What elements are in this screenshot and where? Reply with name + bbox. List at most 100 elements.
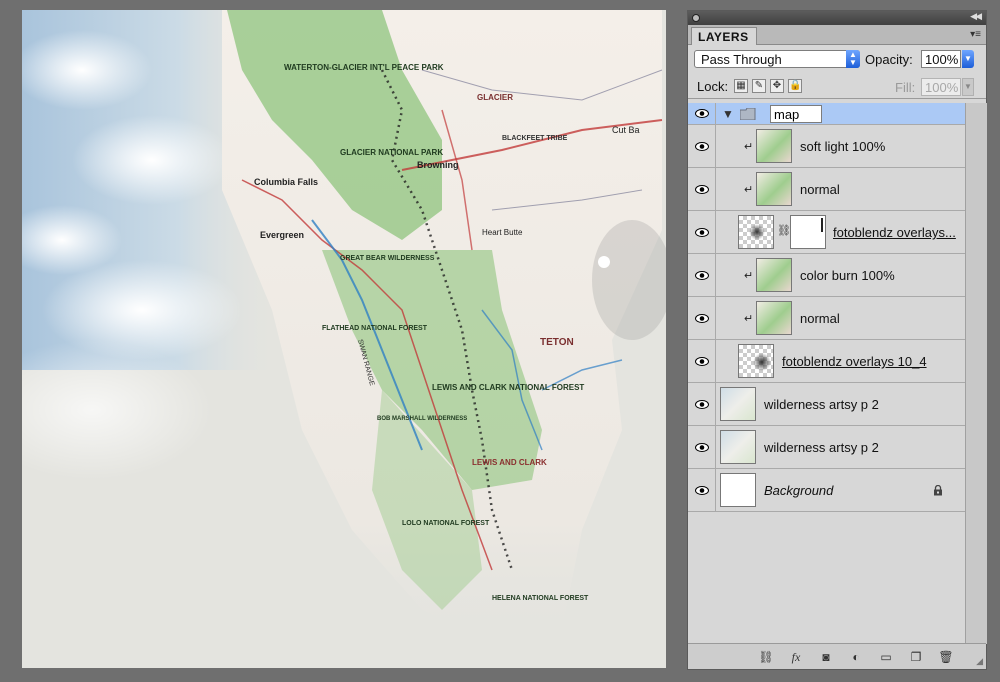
- map-label: BOB MARSHALL WILDERNESS: [377, 416, 467, 422]
- lock-image-icon[interactable]: ✎: [752, 79, 766, 93]
- lock-icon: [934, 485, 942, 496]
- collapse-icon[interactable]: ◀◀: [970, 11, 982, 22]
- layer-list: ▼ map ↵ soft light 100% ↵ normal ⛓ fotob…: [688, 103, 965, 644]
- map-label: FLATHEAD NATIONAL FOREST: [322, 325, 428, 332]
- clipping-arrow-icon: ↵: [744, 313, 754, 325]
- document-canvas[interactable]: WATERTON-GLACIER INT'L PEACE PARK GLACIE…: [22, 10, 666, 668]
- fill-input[interactable]: 100%: [921, 78, 961, 96]
- folder-icon: [740, 108, 756, 120]
- opacity-input[interactable]: 100%: [921, 50, 961, 68]
- layer-row[interactable]: ↵ color burn 100%: [688, 254, 965, 297]
- layer-thumbnail: [738, 344, 774, 378]
- layer-row[interactable]: ↵ normal: [688, 168, 965, 211]
- visibility-toggle[interactable]: [688, 340, 716, 382]
- layer-row-background[interactable]: Background: [688, 469, 965, 512]
- map-label: HELENA NATIONAL FOREST: [492, 595, 589, 602]
- visibility-toggle[interactable]: [688, 168, 716, 210]
- map-label: WATERTON-GLACIER INT'L PEACE PARK: [284, 63, 444, 72]
- layer-thumbnail: [720, 387, 756, 421]
- scrollbar[interactable]: [965, 103, 987, 644]
- visibility-toggle[interactable]: [688, 426, 716, 468]
- close-icon[interactable]: [692, 14, 700, 22]
- link-layers-icon[interactable]: ⛓: [758, 649, 774, 665]
- map-label: GLACIER NATIONAL PARK: [340, 148, 443, 157]
- layer-name: Background: [764, 483, 834, 498]
- layer-name: fotoblendz overlays...: [833, 225, 956, 240]
- new-layer-icon[interactable]: ❐: [908, 649, 924, 665]
- panel-titlebar: ◀◀: [688, 11, 986, 25]
- blend-row: Pass Through ▲ ▼ Opacity: 100% ▼: [688, 45, 986, 73]
- opacity-dropdown-icon[interactable]: ▼: [962, 50, 974, 68]
- map-label: Columbia Falls: [254, 177, 318, 187]
- eye-icon: [695, 443, 709, 452]
- panel-menu-icon[interactable]: ▾≡: [970, 29, 981, 40]
- map-label: Heart Butte: [482, 228, 523, 237]
- lock-row: Lock: ▦ ✎ ✥ 🔒 Fill: 100% ▼: [688, 73, 986, 99]
- layer-name: color burn 100%: [800, 268, 895, 283]
- lock-position-icon[interactable]: ✥: [770, 79, 784, 93]
- visibility-toggle[interactable]: [688, 125, 716, 167]
- layer-thumbnail: [738, 215, 774, 249]
- add-mask-icon[interactable]: ◙: [818, 649, 834, 665]
- eye-icon: [695, 185, 709, 194]
- eye-icon: [695, 400, 709, 409]
- layer-row-group[interactable]: ▼ map: [688, 103, 965, 125]
- eye-icon: [695, 314, 709, 323]
- visibility-toggle[interactable]: [688, 211, 716, 253]
- layer-row[interactable]: wilderness artsy p 2: [688, 383, 965, 426]
- layer-thumbnail: [756, 172, 792, 206]
- map-label: Cut Ba: [612, 125, 640, 135]
- eye-icon: [695, 486, 709, 495]
- clipping-arrow-icon: ↵: [744, 270, 754, 282]
- eye-icon: [695, 228, 709, 237]
- layer-name: soft light 100%: [800, 139, 886, 154]
- visibility-toggle[interactable]: [688, 297, 716, 339]
- fill-label: Fill:: [895, 80, 916, 95]
- layer-row[interactable]: ↵ soft light 100%: [688, 125, 965, 168]
- tab-layers[interactable]: LAYERS: [691, 27, 757, 45]
- cloud: [72, 115, 232, 205]
- layer-name: normal: [800, 182, 840, 197]
- map-label: LEWIS AND CLARK NATIONAL FOREST: [432, 383, 584, 392]
- layer-name: fotoblendz overlays 10_4: [782, 354, 927, 369]
- eye-icon: [695, 357, 709, 366]
- blend-mode-value: Pass Through: [701, 52, 782, 67]
- visibility-toggle[interactable]: [688, 254, 716, 296]
- artwork: WATERTON-GLACIER INT'L PEACE PARK GLACIE…: [22, 10, 666, 650]
- map-label: GLACIER: [477, 93, 513, 102]
- resize-grip-icon[interactable]: ◢: [976, 656, 983, 667]
- visibility-toggle[interactable]: [688, 469, 716, 511]
- select-arrows-icon: ▲ ▼: [846, 50, 860, 68]
- layer-row[interactable]: ↵ normal: [688, 297, 965, 340]
- layer-name: wilderness artsy p 2: [764, 397, 879, 412]
- map-label: Browning: [417, 160, 459, 170]
- layer-thumbnail: [756, 129, 792, 163]
- visibility-toggle[interactable]: [688, 383, 716, 425]
- map-label: TETON: [540, 337, 574, 348]
- blend-mode-select[interactable]: Pass Through ▲ ▼: [694, 50, 860, 68]
- lock-label: Lock:: [697, 79, 729, 94]
- layers-panel: ◀◀ LAYERS ▾≡ Pass Through ▲ ▼ Opacity: 10…: [687, 10, 987, 670]
- opacity-label: Opacity:: [865, 52, 913, 67]
- fx-icon[interactable]: fx: [788, 649, 804, 665]
- eye-icon: [695, 109, 709, 118]
- trash-icon[interactable]: 🗑: [938, 649, 954, 665]
- chain-link-icon[interactable]: ⛓: [777, 224, 791, 237]
- lock-transparent-icon[interactable]: ▦: [734, 79, 748, 93]
- layer-row[interactable]: wilderness artsy p 2: [688, 426, 965, 469]
- visibility-toggle[interactable]: [688, 103, 716, 124]
- layer-row[interactable]: ⛓ fotoblendz overlays...: [688, 211, 965, 254]
- new-group-icon[interactable]: ▭: [878, 649, 894, 665]
- layer-row[interactable]: fotoblendz overlays 10_4: [688, 340, 965, 383]
- layer-name-input[interactable]: map: [770, 105, 822, 123]
- adjustment-layer-icon[interactable]: ◐: [848, 649, 864, 665]
- mask-thumbnail: [790, 215, 826, 249]
- panel-bottom-bar: ⛓ fx ◙ ◐ ▭ ❐ 🗑 ◢: [688, 643, 986, 669]
- eye-icon: [695, 271, 709, 280]
- disclosure-triangle-icon[interactable]: ▼: [722, 107, 734, 121]
- fill-dropdown-icon[interactable]: ▼: [962, 78, 974, 96]
- tab-row: LAYERS ▾≡: [688, 25, 986, 45]
- map-label: LOLO NATIONAL FOREST: [402, 520, 490, 527]
- clipping-arrow-icon: ↵: [744, 141, 754, 153]
- lock-all-icon[interactable]: 🔒: [788, 79, 802, 93]
